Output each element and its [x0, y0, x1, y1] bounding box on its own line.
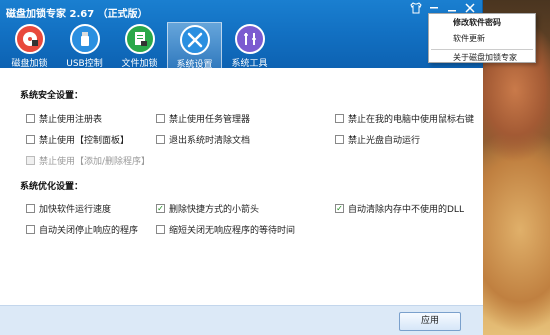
checkbox[interactable] — [26, 204, 35, 213]
checkbox[interactable] — [156, 225, 165, 234]
checkbox-checked[interactable]: ✓ — [156, 204, 165, 213]
checkbox[interactable] — [26, 225, 35, 234]
app-window: 磁盘加锁专家 2.67 （正式版） 磁盘加锁 USB控制 文件加锁 系统设置 系… — [0, 0, 483, 335]
apply-button[interactable]: 应用 — [399, 312, 461, 331]
settings-tools-icon — [179, 25, 210, 55]
option-label: 缩短关闭无响应程序的等待时间 — [169, 226, 296, 236]
window-title: 磁盘加锁专家 2.67 （正式版） — [6, 9, 148, 20]
option-disable-right-click[interactable]: 禁止在我的电脑中使用鼠标右键 — [335, 112, 474, 125]
option-disable-control-panel[interactable]: 禁止使用【控制面板】 — [26, 133, 129, 146]
tab-system-tools[interactable]: 系统工具 — [222, 22, 277, 69]
main-tabs: 磁盘加锁 USB控制 文件加锁 系统设置 系统工具 — [2, 22, 277, 70]
option-disable-add-remove-programs: 禁止使用【添加/删除程序】 — [26, 154, 150, 167]
tab-usb-control[interactable]: USB控制 — [57, 22, 112, 69]
tab-system-settings[interactable]: 系统设置 — [167, 22, 222, 70]
optimize-section-title: 系统优化设置： — [20, 182, 84, 192]
menu-item-change-password[interactable]: 修改软件密码 — [453, 17, 501, 28]
settings-panel: 系统安全设置： 禁止使用注册表 禁止使用任务管理器 禁止在我的电脑中使用鼠标右键… — [0, 68, 483, 335]
option-label: 删除快捷方式的小箭头 — [169, 205, 260, 215]
option-clear-docs-on-exit[interactable]: 退出系统时清除文档 — [156, 133, 250, 146]
option-label: 禁止光盘自动运行 — [348, 136, 421, 146]
option-label: 禁止在我的电脑中使用鼠标右键 — [348, 115, 475, 125]
option-disable-cd-autorun[interactable]: 禁止光盘自动运行 — [335, 133, 420, 146]
option-disable-task-manager[interactable]: 禁止使用任务管理器 — [156, 112, 250, 125]
tab-file-lock[interactable]: 文件加锁 — [112, 22, 167, 69]
file-lock-icon — [124, 24, 155, 54]
checkbox[interactable] — [156, 114, 165, 123]
menu-item-about[interactable]: 关于磁盘加锁专家 — [453, 52, 517, 63]
settings-dropdown-menu: 修改软件密码 软件更新 关于磁盘加锁专家 — [428, 13, 536, 63]
checkbox[interactable] — [26, 114, 35, 123]
option-shorten-hung-wait[interactable]: 缩短关闭无响应程序的等待时间 — [156, 223, 295, 236]
option-disable-registry[interactable]: 禁止使用注册表 — [26, 112, 102, 125]
option-label: 禁止使用任务管理器 — [169, 115, 251, 125]
window-header: 磁盘加锁专家 2.67 （正式版） 磁盘加锁 USB控制 文件加锁 系统设置 系… — [0, 0, 482, 70]
option-auto-unload-dll[interactable]: ✓ 自动清除内存中不使用的DLL — [335, 202, 464, 215]
option-label: 自动关闭停止响应的程序 — [39, 226, 139, 236]
option-auto-close-hung-apps[interactable]: 自动关闭停止响应的程序 — [26, 223, 138, 236]
option-label: 退出系统时清除文档 — [169, 136, 251, 146]
checkbox[interactable] — [26, 135, 35, 144]
checkbox-checked[interactable]: ✓ — [335, 204, 344, 213]
checkbox — [26, 156, 35, 165]
option-label: 自动清除内存中不使用的DLL — [348, 205, 464, 215]
disk-lock-icon — [14, 24, 45, 54]
shirt-icon[interactable] — [408, 2, 424, 18]
tab-disk-lock[interactable]: 磁盘加锁 — [2, 22, 57, 69]
security-section-title: 系统安全设置： — [20, 91, 84, 101]
system-tools-icon — [234, 24, 265, 54]
option-speed-up-software[interactable]: 加快软件运行速度 — [26, 202, 111, 215]
menu-separator — [431, 49, 533, 50]
usb-icon — [69, 24, 100, 54]
checkbox[interactable] — [156, 135, 165, 144]
option-label: 加快软件运行速度 — [39, 205, 112, 215]
footer-bar: 应用 — [0, 305, 483, 335]
option-remove-shortcut-arrow[interactable]: ✓ 删除快捷方式的小箭头 — [156, 202, 259, 215]
checkbox[interactable] — [335, 114, 344, 123]
option-label: 禁止使用注册表 — [39, 115, 103, 125]
menu-item-update[interactable]: 软件更新 — [453, 33, 485, 44]
checkbox[interactable] — [335, 135, 344, 144]
option-label: 禁止使用【添加/删除程序】 — [39, 157, 151, 167]
option-label: 禁止使用【控制面板】 — [39, 136, 130, 146]
